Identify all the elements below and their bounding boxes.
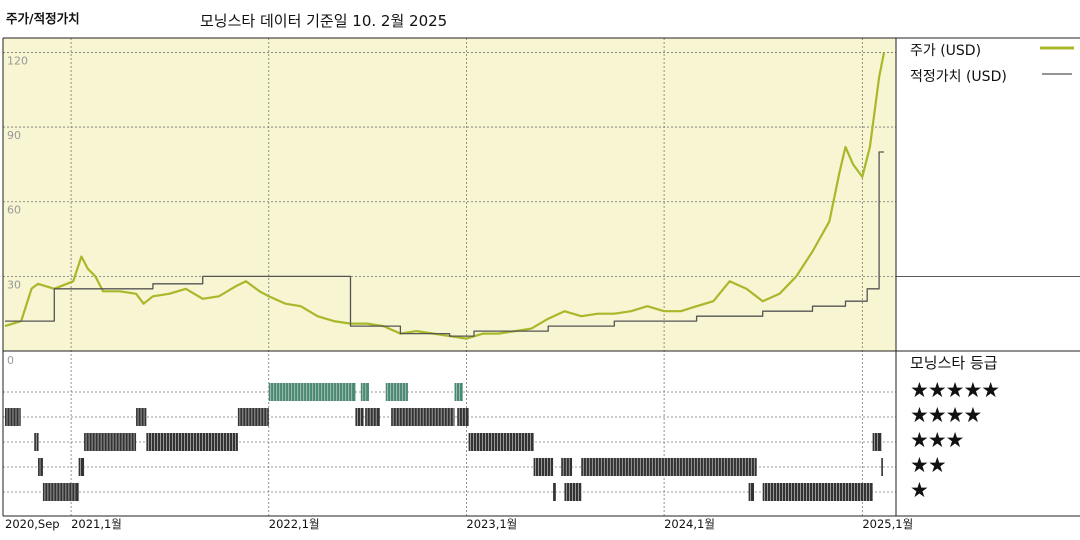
rating-panel-title: 모닝스타 등급 [910, 354, 998, 372]
rating-4-segment-3 [355, 408, 364, 426]
rating-2-segment-3 [561, 458, 573, 476]
y-tick-label-3: 120 [7, 54, 28, 67]
x-tick-label-1: 2021,1월 [71, 517, 122, 531]
rating-1-segment-0 [42, 483, 79, 501]
rating-5-segment-2 [385, 383, 408, 401]
rating-4-segment-4 [365, 408, 380, 426]
rating-3-segment-3 [468, 433, 534, 451]
legend-fair-label: 적정가치 (USD) [910, 69, 1007, 85]
plot-background [3, 38, 896, 351]
rating-1-segment-4 [762, 483, 873, 501]
rating-background [3, 351, 896, 516]
rating-4-segment-1 [136, 408, 147, 426]
rating-2-segment-0 [38, 458, 43, 476]
stars-1-row: ★ [910, 478, 929, 502]
rating-3-segment-2 [146, 433, 238, 451]
x-tick-label-5: 2025,1월 [862, 517, 913, 531]
y-tick-label-1: 60 [7, 204, 21, 217]
rating-5-segment-1 [360, 383, 369, 401]
rating-1-segment-3 [748, 483, 755, 501]
legend-fair-value: 적정가치 (USD) [910, 66, 1007, 86]
stars-5-row: ★★★★★ [910, 378, 1000, 402]
stars-2-row: ★★ [910, 453, 947, 477]
rating-5-segment-3 [454, 383, 463, 401]
y-axis-title: 주가/적정가치 [6, 11, 80, 26]
rating-2-segment-2 [533, 458, 554, 476]
x-tick-label-3: 2023,1월 [466, 517, 517, 531]
legend-price: 주가 (USD) [910, 40, 981, 60]
rating-2-segment-4 [581, 458, 757, 476]
rating-3-segment-0 [34, 433, 39, 451]
rating-4-segment-5 [391, 408, 455, 426]
rating-5-segment-0 [268, 383, 356, 401]
rating-4-segment-0 [5, 408, 21, 426]
rating-1-segment-2 [564, 483, 582, 501]
rating-3-segment-1 [84, 433, 137, 451]
chart-title: 모닝스타 데이터 기준일 10. 2월 2025 [200, 12, 448, 30]
x-tick-label-2: 2022,1월 [269, 517, 320, 531]
legend-price-label: 주가 (USD) [910, 43, 982, 59]
x-tick-label-4: 2024,1월 [664, 517, 715, 531]
stars-3-row: ★★★ [910, 428, 964, 452]
rating-1-segment-1 [553, 483, 556, 501]
rating-4-segment-6 [457, 408, 469, 426]
stars-4-row: ★★★★ [910, 403, 982, 427]
y-tick-label-0: 30 [7, 278, 21, 291]
rating-4-segment-2 [237, 408, 269, 426]
rating-2-segment-5 [881, 458, 883, 476]
x-tick-label-0: 2020,Sep [5, 517, 60, 531]
rating-2-segment-1 [78, 458, 85, 476]
rating-zero-label: 0 [7, 354, 14, 367]
rating-3-segment-4 [872, 433, 882, 451]
y-tick-label-2: 90 [7, 129, 21, 142]
